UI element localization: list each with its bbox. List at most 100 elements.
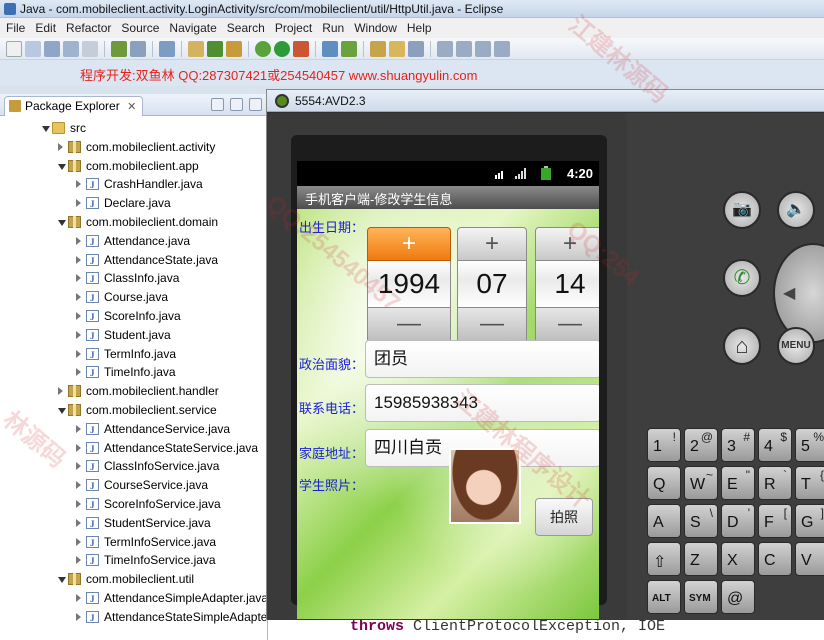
pencil-icon[interactable] [408, 40, 424, 57]
tree-item-java[interactable]: TimeInfoService.java [0, 551, 267, 570]
new-package-icon[interactable] [226, 40, 242, 57]
key-char[interactable]: X [721, 542, 755, 576]
key-alt[interactable]: ALT [647, 580, 681, 614]
external-tools-icon[interactable] [293, 40, 309, 57]
tree-item-java[interactable]: ScoreInfoService.java [0, 495, 267, 514]
menu-button[interactable]: MENU [777, 327, 815, 365]
tree-item-java[interactable]: StudentService.java [0, 514, 267, 533]
collapsed-twistie-icon[interactable] [76, 443, 81, 452]
forward-icon[interactable] [494, 40, 510, 57]
year-picker[interactable]: + 1994 — [367, 227, 451, 343]
key-char[interactable]: 1! [647, 428, 681, 462]
collapsed-twistie-icon[interactable] [76, 236, 81, 245]
expanded-twistie-icon[interactable] [58, 163, 66, 170]
camera-button[interactable]: 📷 [723, 191, 761, 229]
expanded-twistie-icon[interactable] [42, 126, 50, 132]
collapse-all-icon[interactable] [211, 98, 224, 111]
collapsed-twistie-icon[interactable] [76, 556, 81, 565]
debug-icon[interactable] [255, 40, 271, 57]
new-java-class-icon[interactable] [207, 40, 223, 57]
key-char[interactable]: A [647, 504, 681, 538]
view-menu-icon[interactable] [249, 98, 262, 111]
menu-file[interactable]: File [6, 21, 33, 35]
collapsed-twistie-icon[interactable] [76, 593, 81, 602]
annotation-next-icon[interactable] [456, 40, 472, 57]
phone-field[interactable]: 15985938343 [365, 384, 599, 422]
tree-item-java[interactable]: CourseService.java [0, 476, 267, 495]
collapsed-twistie-icon[interactable] [76, 499, 81, 508]
key-char[interactable]: @ [721, 580, 755, 614]
day-picker[interactable]: + 14 — [535, 227, 599, 343]
collapsed-twistie-icon[interactable] [58, 142, 63, 151]
expanded-twistie-icon[interactable] [58, 219, 66, 226]
tree-item-java[interactable]: CrashHandler.java [0, 175, 267, 194]
day-value[interactable]: 14 [535, 261, 599, 307]
menu-edit[interactable]: Edit [35, 21, 64, 35]
collapsed-twistie-icon[interactable] [76, 199, 81, 208]
key-char[interactable]: Q [647, 466, 681, 500]
year-decrement-button[interactable]: — [367, 307, 451, 343]
menu-window[interactable]: Window [354, 21, 405, 35]
key-char[interactable]: E " [721, 466, 755, 500]
key-char[interactable]: Z [684, 542, 718, 576]
close-icon[interactable]: ✕ [127, 101, 136, 113]
tree-item-java[interactable]: Declare.java [0, 194, 267, 213]
annotation-prev-icon[interactable] [437, 40, 453, 57]
collapsed-twistie-icon[interactable] [76, 274, 81, 283]
volume-button[interactable]: 🔈 [777, 191, 815, 229]
save-icon[interactable] [44, 40, 60, 57]
tree-item-java[interactable]: ScoreInfo.java [0, 307, 267, 326]
collapsed-twistie-icon[interactable] [76, 368, 81, 377]
save-all-icon[interactable] [63, 40, 79, 57]
export-icon[interactable] [130, 40, 146, 57]
tree-item-pkg[interactable]: com.mobileclient.util [0, 570, 267, 589]
build-icon[interactable] [111, 40, 127, 57]
key-char[interactable]: G] [795, 504, 824, 538]
key-char[interactable]: F[ [758, 504, 792, 538]
tree-item-folder[interactable]: src [0, 119, 267, 138]
tree-item-java[interactable]: TermInfo.java [0, 345, 267, 364]
run-icon[interactable] [274, 40, 290, 57]
tree-item-pkg[interactable]: com.mobileclient.app [0, 157, 267, 176]
month-decrement-button[interactable]: — [457, 307, 527, 343]
call-button[interactable]: ✆ [723, 259, 761, 297]
task-icon[interactable] [159, 40, 175, 57]
print-icon[interactable] [82, 40, 98, 57]
android-sdk-icon[interactable] [322, 40, 338, 57]
collapsed-twistie-icon[interactable] [58, 387, 63, 396]
tab-package-explorer[interactable]: Package Explorer ✕ [4, 96, 144, 116]
menu-refactor[interactable]: Refactor [66, 21, 119, 35]
take-photo-button[interactable]: 拍照 [535, 498, 593, 536]
tree-item-java[interactable]: TimeInfo.java [0, 363, 267, 382]
tree-item-java[interactable]: AttendanceSimpleAdapter.java [0, 589, 267, 608]
collapsed-twistie-icon[interactable] [76, 180, 81, 189]
key-char[interactable]: T{ [795, 466, 824, 500]
key-char[interactable]: R ` [758, 466, 792, 500]
tree-item-pkg[interactable]: com.mobileclient.handler [0, 382, 267, 401]
key-sym[interactable]: SYM [684, 580, 718, 614]
key-char[interactable]: S \ [684, 504, 718, 538]
open-type-icon[interactable] [188, 40, 204, 57]
collapsed-twistie-icon[interactable] [76, 612, 81, 621]
key-char[interactable]: W ~ [684, 466, 718, 500]
key-char[interactable]: 4 $ [758, 428, 792, 462]
tree-item-java[interactable]: Attendance.java [0, 232, 267, 251]
tree-item-java[interactable]: Student.java [0, 326, 267, 345]
tree-item-java[interactable]: AttendanceStateService.java [0, 439, 267, 458]
tree-item-java[interactable]: AttendanceStateSimpleAdapter.java [0, 608, 267, 627]
menu-search[interactable]: Search [227, 21, 273, 35]
day-increment-button[interactable]: + [535, 227, 599, 261]
editor-code-line[interactable]: throws ClientProtocolException, IOE [350, 618, 665, 635]
menu-run[interactable]: Run [322, 21, 352, 35]
expanded-twistie-icon[interactable] [58, 577, 66, 584]
year-increment-button[interactable]: + [367, 227, 451, 261]
key-char[interactable]: V [795, 542, 824, 576]
politics-field[interactable]: 团员 [365, 340, 599, 378]
month-picker[interactable]: + 07 — [457, 227, 527, 343]
android-avd-icon[interactable] [341, 40, 357, 57]
back-icon[interactable] [475, 40, 491, 57]
new-dropdown-icon[interactable] [25, 40, 41, 57]
key-char[interactable]: 3 # [721, 428, 755, 462]
home-button[interactable]: ⌂ [723, 327, 761, 365]
month-value[interactable]: 07 [457, 261, 527, 307]
